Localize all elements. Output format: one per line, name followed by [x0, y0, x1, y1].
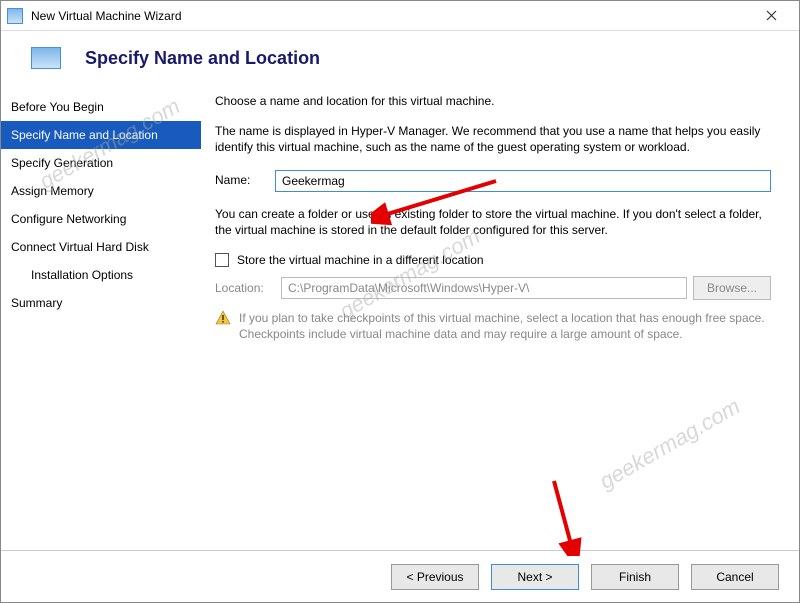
- warning-icon: [215, 310, 231, 342]
- wizard-icon: [31, 47, 61, 69]
- wizard-steps: Before You Begin Specify Name and Locati…: [1, 89, 201, 529]
- name-label: Name:: [215, 172, 275, 188]
- step-before-you-begin[interactable]: Before You Begin: [1, 93, 201, 121]
- step-specify-generation[interactable]: Specify Generation: [1, 149, 201, 177]
- close-button[interactable]: [749, 2, 793, 30]
- step-summary[interactable]: Summary: [1, 289, 201, 317]
- finish-button[interactable]: Finish: [591, 564, 679, 590]
- location-input: [281, 277, 687, 299]
- app-icon: [7, 8, 23, 24]
- store-different-location-checkbox[interactable]: [215, 253, 229, 267]
- name-input[interactable]: [275, 170, 771, 192]
- page-title: Specify Name and Location: [85, 48, 320, 69]
- store-different-location-label: Store the virtual machine in a different…: [237, 252, 484, 268]
- folder-desc: You can create a folder or use an existi…: [215, 206, 771, 238]
- location-label: Location:: [215, 280, 275, 296]
- intro-text: Choose a name and location for this virt…: [215, 93, 771, 109]
- titlebar: New Virtual Machine Wizard: [1, 1, 799, 31]
- step-installation-options[interactable]: Installation Options: [1, 261, 201, 289]
- main-area: Before You Begin Specify Name and Locati…: [1, 89, 799, 529]
- step-assign-memory[interactable]: Assign Memory: [1, 177, 201, 205]
- wizard-footer: < Previous Next > Finish Cancel: [1, 550, 799, 602]
- step-configure-networking[interactable]: Configure Networking: [1, 205, 201, 233]
- warning-text: If you plan to take checkpoints of this …: [239, 310, 771, 342]
- desc-text: The name is displayed in Hyper-V Manager…: [215, 123, 771, 155]
- step-connect-vhd[interactable]: Connect Virtual Hard Disk: [1, 233, 201, 261]
- wizard-header: Specify Name and Location: [1, 31, 799, 89]
- wizard-content: Choose a name and location for this virt…: [201, 89, 799, 529]
- cancel-button[interactable]: Cancel: [691, 564, 779, 590]
- next-button[interactable]: Next >: [491, 564, 579, 590]
- window-title: New Virtual Machine Wizard: [31, 9, 749, 23]
- browse-button: Browse...: [693, 276, 771, 300]
- previous-button[interactable]: < Previous: [391, 564, 479, 590]
- step-specify-name-location[interactable]: Specify Name and Location: [1, 121, 201, 149]
